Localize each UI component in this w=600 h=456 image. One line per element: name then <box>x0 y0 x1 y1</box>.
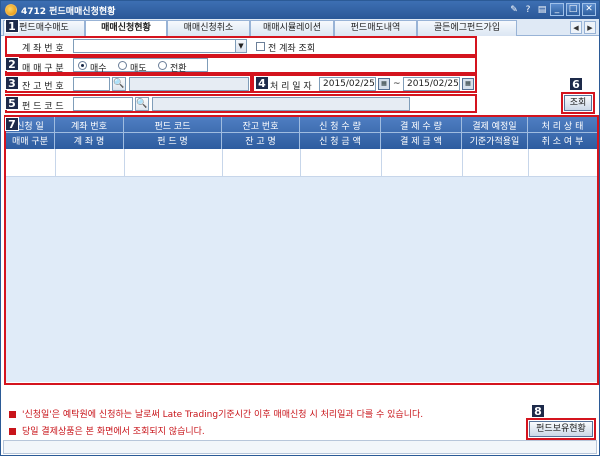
fund-trade-request-window: 4712 펀드매매신청현황 ✎ ? ▤ _ □ ✕ 펀드매수매도 매매신청현황 … <box>0 0 600 456</box>
close-button[interactable]: ✕ <box>582 3 596 16</box>
badge-2: 2 <box>5 57 19 71</box>
tab-trade-request-status[interactable]: 매매신청현황 <box>85 20 167 37</box>
badge-1: 1 <box>5 19 19 33</box>
minimize-button[interactable]: _ <box>550 3 564 16</box>
window-title: 4712 펀드매매신청현황 <box>21 7 116 17</box>
highlight-grid <box>4 115 599 385</box>
badge-5: 5 <box>5 96 19 110</box>
badge-8: 8 <box>531 404 545 418</box>
badge-3: 3 <box>5 76 19 90</box>
note-bullet-icon <box>9 411 16 418</box>
highlight-fund-code-row <box>5 94 477 113</box>
highlight-search-button <box>561 92 595 114</box>
title-bar-buttons: ✎ ? ▤ _ □ ✕ <box>508 3 596 16</box>
title-bar: 4712 펀드매매신청현황 ✎ ? ▤ _ □ ✕ <box>1 1 599 19</box>
note-late-trading: '신청일'은 예탁원에 신청하는 날로써 Late Trading기준시간 이후… <box>9 407 423 420</box>
maximize-button[interactable]: □ <box>566 3 580 16</box>
highlight-trade-type-row <box>5 56 477 74</box>
highlight-holdings-button <box>526 418 596 440</box>
badge-6: 6 <box>569 77 583 91</box>
tab-scroll-left-button[interactable]: ◀ <box>570 21 582 34</box>
tab-bar: 펀드매수매도 매매신청현황 매매신청취소 매매시뮬레이션 펀드매도내역 골든에그… <box>1 19 599 37</box>
help-icon[interactable]: ? <box>522 5 534 15</box>
highlight-date-row <box>252 74 477 93</box>
highlight-account-row <box>5 36 477 56</box>
status-bar <box>3 440 597 454</box>
pin-icon[interactable]: ✎ <box>508 5 520 15</box>
tab-fund-sell-history[interactable]: 펀드매도내역 <box>334 20 417 36</box>
tab-golden-egg-fund[interactable]: 골든에그펀드가입 <box>417 20 517 36</box>
badge-7: 7 <box>5 117 19 131</box>
menu-icon[interactable]: ▤ <box>536 5 548 15</box>
tab-scroll-right-button[interactable]: ▶ <box>584 21 596 34</box>
app-icon <box>5 4 17 16</box>
note-bullet-icon <box>9 428 16 435</box>
tab-trade-request-cancel[interactable]: 매매신청취소 <box>167 20 250 36</box>
tab-trade-simulation[interactable]: 매매시뮬레이션 <box>250 20 334 36</box>
note-same-day-settlement: 당일 결제상품은 본 화면에서 조회되지 않습니다. <box>9 424 205 437</box>
highlight-balance-row <box>5 74 252 93</box>
badge-4: 4 <box>255 76 269 90</box>
